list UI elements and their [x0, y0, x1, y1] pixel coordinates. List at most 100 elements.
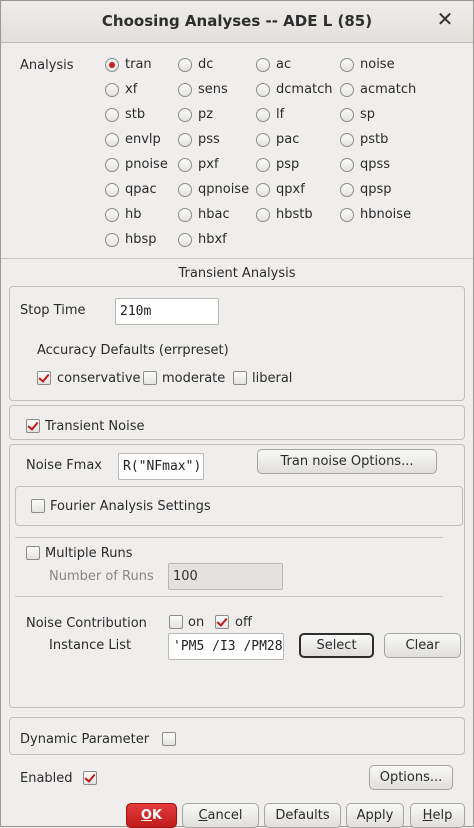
- analysis-option-label[interactable]: hbxf: [198, 232, 227, 247]
- analysis-radio-pstb[interactable]: [340, 133, 354, 147]
- contribution-on-checkbox[interactable]: [169, 615, 183, 629]
- conservative-checkbox[interactable]: [37, 371, 51, 385]
- analysis-option-label[interactable]: pnoise: [125, 157, 168, 172]
- noise-contribution-label: Noise Contribution: [26, 616, 147, 631]
- liberal-checkbox[interactable]: [233, 371, 247, 385]
- analysis-radio-hbxf[interactable]: [178, 233, 192, 247]
- analysis-radio-sp[interactable]: [340, 108, 354, 122]
- analysis-radio-stb[interactable]: [105, 108, 119, 122]
- cancel-button[interactable]: Cancel: [182, 803, 259, 828]
- fourier-checkbox[interactable]: [31, 499, 45, 513]
- analysis-option-label[interactable]: qpnoise: [198, 182, 249, 197]
- analysis-radio-qpxf[interactable]: [256, 183, 270, 197]
- analysis-option-label[interactable]: pss: [198, 132, 220, 147]
- analysis-radio-dc[interactable]: [178, 58, 192, 72]
- instance-list-input[interactable]: 'PM5 /I3 /PM282: [168, 633, 284, 660]
- select-button[interactable]: Select: [299, 633, 374, 658]
- analysis-radio-hbnoise[interactable]: [340, 208, 354, 222]
- analysis-radio-qpnoise[interactable]: [178, 183, 192, 197]
- analysis-option-label[interactable]: hbnoise: [360, 207, 411, 222]
- analysis-radio-hbsp[interactable]: [105, 233, 119, 247]
- analysis-radio-pxf[interactable]: [178, 158, 192, 172]
- divider: [15, 596, 443, 597]
- enabled-checkbox[interactable]: [83, 771, 97, 785]
- analysis-option-label[interactable]: qpxf: [276, 182, 305, 197]
- enabled-label: Enabled: [20, 771, 73, 786]
- analysis-radio-noise[interactable]: [340, 58, 354, 72]
- analysis-option-label[interactable]: acmatch: [360, 82, 416, 97]
- analysis-radio-tran[interactable]: [105, 58, 119, 72]
- analysis-radio-ac[interactable]: [256, 58, 270, 72]
- analysis-radio-pac[interactable]: [256, 133, 270, 147]
- help-mnemonic: H: [422, 808, 433, 823]
- help-rest: elp: [432, 808, 453, 823]
- noise-fmax-input[interactable]: R("NFmax"): [118, 453, 204, 480]
- analysis-radio-acmatch[interactable]: [340, 83, 354, 97]
- analysis-option-label[interactable]: pac: [276, 132, 299, 147]
- transient-noise-checkbox[interactable]: [26, 419, 40, 433]
- analysis-radio-qpac[interactable]: [105, 183, 119, 197]
- section-title: Transient Analysis: [178, 266, 296, 281]
- analysis-option-label[interactable]: sens: [198, 82, 228, 97]
- number-of-runs-input[interactable]: 100: [168, 563, 283, 590]
- analysis-option-label[interactable]: hbac: [198, 207, 230, 222]
- analysis-option-label[interactable]: xf: [125, 82, 137, 97]
- analysis-radio-dcmatch[interactable]: [256, 83, 270, 97]
- analysis-option-label[interactable]: sp: [360, 107, 375, 122]
- contribution-off-checkbox[interactable]: [215, 615, 229, 629]
- analysis-option-label[interactable]: lf: [276, 107, 284, 122]
- moderate-label: moderate: [162, 371, 226, 386]
- analysis-radio-sens[interactable]: [178, 83, 192, 97]
- instance-list-label: Instance List: [49, 638, 132, 653]
- analysis-radio-hb[interactable]: [105, 208, 119, 222]
- tran-noise-options-button[interactable]: Tran noise Options...: [257, 449, 437, 474]
- analysis-radio-xf[interactable]: [105, 83, 119, 97]
- dynamic-parameter-checkbox[interactable]: [162, 732, 176, 746]
- stop-time-input[interactable]: 210m: [115, 298, 219, 325]
- analysis-option-label[interactable]: hbsp: [125, 232, 157, 247]
- choosing-analyses-dialog: Choosing Analyses -- ADE L (85) ✕ Analys…: [0, 0, 474, 828]
- analysis-radio-hbac[interactable]: [178, 208, 192, 222]
- analysis-label: Analysis: [20, 58, 74, 73]
- multiple-runs-checkbox[interactable]: [26, 546, 40, 560]
- analysis-option-label[interactable]: psp: [276, 157, 299, 172]
- options-button[interactable]: Options...: [369, 765, 453, 790]
- analysis-option-label[interactable]: hbstb: [276, 207, 313, 222]
- transient-noise-label: Transient Noise: [45, 419, 145, 434]
- close-icon[interactable]: ✕: [435, 9, 455, 29]
- moderate-checkbox[interactable]: [143, 371, 157, 385]
- analysis-option-label[interactable]: qpsp: [360, 182, 392, 197]
- analysis-option-label[interactable]: noise: [360, 57, 395, 72]
- analysis-option-label[interactable]: qpss: [360, 157, 390, 172]
- analysis-option-label[interactable]: dcmatch: [276, 82, 333, 97]
- noise-fmax-label: Noise Fmax: [26, 458, 102, 473]
- analysis-radio-qpsp[interactable]: [340, 183, 354, 197]
- number-of-runs-label: Number of Runs: [49, 569, 154, 584]
- analysis-radio-envlp[interactable]: [105, 133, 119, 147]
- analysis-option-label[interactable]: envlp: [125, 132, 161, 147]
- analysis-radio-pss[interactable]: [178, 133, 192, 147]
- ok-mnemonic: O: [140, 808, 152, 823]
- analysis-radio-hbstb[interactable]: [256, 208, 270, 222]
- ok-button[interactable]: OK: [126, 803, 177, 828]
- analysis-option-label[interactable]: stb: [125, 107, 145, 122]
- analysis-option-label[interactable]: hb: [125, 207, 142, 222]
- analysis-option-label[interactable]: pstb: [360, 132, 388, 147]
- analysis-option-label[interactable]: dc: [198, 57, 213, 72]
- analysis-option-label[interactable]: pxf: [198, 157, 219, 172]
- defaults-button[interactable]: Defaults: [264, 803, 341, 828]
- apply-button[interactable]: Apply: [346, 803, 404, 828]
- analysis-option-label[interactable]: qpac: [125, 182, 157, 197]
- accuracy-label: Accuracy Defaults (errpreset): [37, 343, 229, 358]
- analysis-radio-pnoise[interactable]: [105, 158, 119, 172]
- help-button[interactable]: Help: [410, 803, 465, 828]
- clear-button[interactable]: Clear: [384, 633, 461, 658]
- analysis-option-label[interactable]: pz: [198, 107, 213, 122]
- analysis-radio-qpss[interactable]: [340, 158, 354, 172]
- analysis-radio-lf[interactable]: [256, 108, 270, 122]
- analysis-radio-psp[interactable]: [256, 158, 270, 172]
- analysis-option-label[interactable]: tran: [125, 57, 152, 72]
- analysis-option-label[interactable]: ac: [276, 57, 291, 72]
- analysis-radio-pz[interactable]: [178, 108, 192, 122]
- title-bar: Choosing Analyses -- ADE L (85) ✕: [1, 1, 473, 43]
